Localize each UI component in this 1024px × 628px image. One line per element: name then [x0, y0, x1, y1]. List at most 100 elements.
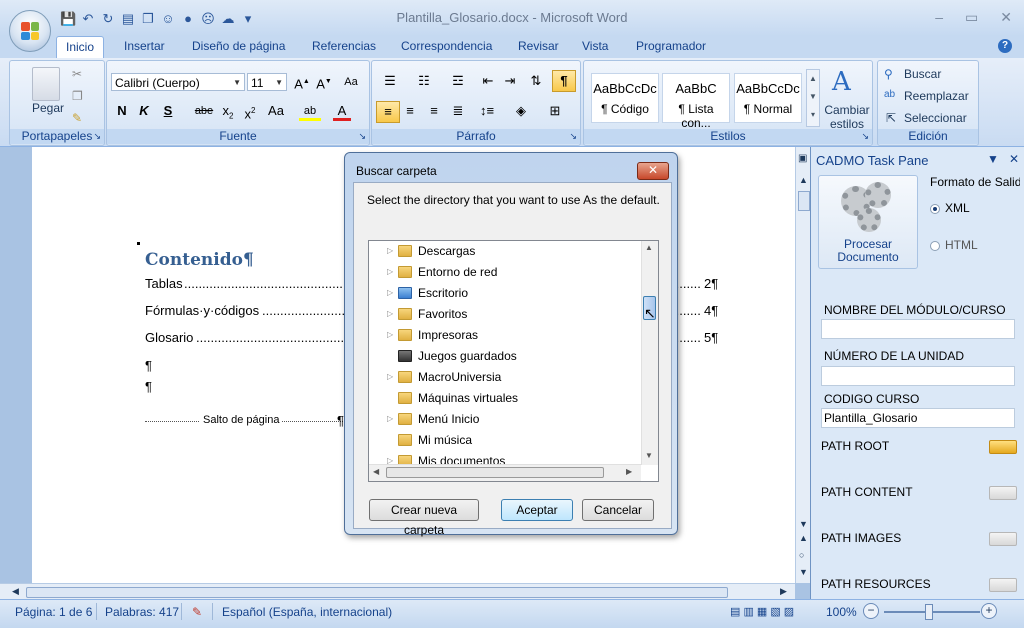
word-count[interactable]: Palabras: 417	[105, 605, 179, 619]
expand-arrow-icon[interactable]: ▷	[387, 367, 393, 387]
zoom-slider-thumb[interactable]	[925, 604, 933, 620]
decrease-indent-icon[interactable]: ⇤	[478, 71, 498, 91]
folder-item[interactable]: ▷ MacroUniversia	[369, 367, 639, 387]
folder-item[interactable]: ▷ Menú Inicio	[369, 409, 639, 429]
change-case-icon[interactable]: Aa	[265, 101, 287, 121]
close-window-icon[interactable]: ✕	[1000, 9, 1012, 26]
dialog-launcher-icon[interactable]: ↘	[861, 131, 869, 142]
pane-menu-icon[interactable]: ▼	[987, 152, 999, 166]
expand-arrow-icon[interactable]: ▷	[387, 241, 393, 261]
path-root-browse-button[interactable]	[989, 440, 1017, 454]
tab-diseno-pagina[interactable]: Diseño de página	[192, 39, 285, 53]
folder-item[interactable]: ▷ Descargas	[369, 241, 639, 261]
office-button[interactable]	[9, 10, 51, 52]
tab-programador[interactable]: Programador	[636, 39, 706, 53]
align-center-icon[interactable]: ≡	[400, 101, 420, 121]
previous-page-icon[interactable]: ▲	[799, 533, 808, 543]
language-indicator[interactable]: Español (España, internacional)	[222, 605, 392, 619]
expand-arrow-icon[interactable]: ▷	[387, 451, 393, 464]
tab-referencias[interactable]: Referencias	[312, 39, 376, 53]
zoom-out-icon[interactable]: −	[863, 603, 879, 619]
document-vertical-scrollbar[interactable]: ▣ ▲ ▼ ▲ ○ ▼	[795, 147, 811, 583]
bullets-icon[interactable]: ☰	[376, 71, 404, 91]
align-right-icon[interactable]: ≡	[424, 101, 444, 121]
show-marks-icon[interactable]: ¶	[552, 70, 576, 92]
folder-item[interactable]: ▷ Escritorio	[369, 283, 639, 303]
folder-item[interactable]: Mi música	[369, 430, 639, 450]
multilevel-list-icon[interactable]: ☲	[444, 71, 472, 91]
expand-arrow-icon[interactable]: ▷	[387, 304, 393, 324]
page-count[interactable]: Página: 1 de 6	[15, 605, 92, 619]
folder-item[interactable]: Máquinas virtuales	[369, 388, 639, 408]
cut-icon[interactable]: ✂	[72, 67, 82, 81]
view-buttons[interactable]: ▤ ▥ ▦ ▧ ▨	[730, 605, 794, 618]
folder-item[interactable]: ▷ Impresoras	[369, 325, 639, 345]
line-spacing-icon[interactable]: ↕≡	[474, 101, 500, 121]
path-images-browse-button[interactable]	[989, 532, 1017, 546]
align-left-icon[interactable]: ≡	[376, 101, 400, 123]
dialog-launcher-icon[interactable]: ↘	[569, 131, 577, 142]
dialog-close-button[interactable]: ✕	[637, 162, 669, 180]
shrink-font-icon[interactable]: A▼	[315, 72, 333, 92]
document-horizontal-scrollbar[interactable]: ◀ ▶	[0, 583, 795, 600]
paste-button[interactable]: Pegar	[32, 101, 64, 115]
replace-button[interactable]: Reemplazar	[904, 89, 969, 103]
underline-icon[interactable]: S	[159, 101, 177, 121]
tree-scroll-down-icon[interactable]: ▼	[645, 451, 653, 460]
scroll-down-icon[interactable]: ▼	[799, 519, 808, 529]
browse-object-icon[interactable]: ○	[799, 550, 804, 560]
increase-indent-icon[interactable]: ⇥	[500, 71, 520, 91]
style-codigo[interactable]: AaBbCcDc ¶ Código	[591, 73, 659, 123]
superscript-icon[interactable]: x2	[241, 101, 259, 121]
path-content-browse-button[interactable]	[989, 486, 1017, 500]
tab-vista[interactable]: Vista	[582, 39, 608, 53]
dialog-launcher-icon[interactable]: ↘	[358, 131, 366, 142]
style-lista[interactable]: AaBbC ¶ Lista con...	[662, 73, 730, 130]
tab-inicio[interactable]: Inicio	[56, 36, 105, 59]
folder-item[interactable]: Juegos guardados	[369, 346, 639, 366]
scroll-right-icon[interactable]: ▶	[780, 586, 787, 597]
ruler-toggle-icon[interactable]: ▣	[798, 153, 807, 164]
help-icon[interactable]: ?	[998, 39, 1012, 53]
tree-scroll-left-icon[interactable]: ◀	[373, 467, 379, 476]
styles-scroll[interactable]: ▲ ▼ ▾	[806, 69, 820, 127]
tree-scroll-up-icon[interactable]: ▲	[645, 243, 653, 252]
font-name-select[interactable]: Calibri (Cuerpo) ▼	[111, 73, 245, 91]
strikethrough-icon[interactable]: abe	[193, 101, 215, 121]
pane-close-icon[interactable]: ✕	[1009, 152, 1019, 166]
bold-icon[interactable]: N	[113, 101, 131, 121]
minimize-icon[interactable]: –	[935, 9, 943, 26]
dialog-launcher-icon[interactable]: ↘	[93, 131, 101, 142]
zoom-level[interactable]: 100%	[826, 605, 857, 619]
expand-arrow-icon[interactable]: ▷	[387, 283, 393, 303]
maximize-icon[interactable]: ▭	[965, 9, 978, 26]
tab-insertar[interactable]: Insertar	[124, 39, 165, 53]
font-color-icon[interactable]: A	[333, 101, 351, 121]
folder-tree[interactable]: ▷ Descargas ▷ Entorno de red ▷ Escritorio ▷…	[368, 240, 659, 482]
italic-icon[interactable]: K	[135, 101, 153, 121]
document-scroll-thumb[interactable]	[798, 191, 810, 211]
expand-arrow-icon[interactable]: ▷	[387, 409, 393, 429]
sort-icon[interactable]: ⇅	[526, 71, 546, 91]
horizontal-scroll-thumb[interactable]	[26, 587, 728, 598]
new-folder-button[interactable]: Crear nueva carpeta	[369, 499, 479, 537]
proofing-icon[interactable]: ✎	[192, 605, 202, 619]
tab-revisar[interactable]: Revisar	[518, 39, 559, 53]
shading-icon[interactable]: ◈	[508, 101, 534, 121]
folder-item[interactable]: ▷ Mis documentos	[369, 451, 639, 464]
numbering-icon[interactable]: ☷	[410, 71, 438, 91]
style-normal[interactable]: AaBbCcDc ¶ Normal	[734, 73, 802, 123]
scroll-left-icon[interactable]: ◀	[12, 586, 19, 597]
tree-scroll-right-icon[interactable]: ▶	[626, 467, 632, 476]
clear-format-icon[interactable]: Aa	[341, 72, 361, 92]
folder-item[interactable]: ▷ Entorno de red	[369, 262, 639, 282]
cancel-button[interactable]: Cancelar	[582, 499, 654, 521]
find-button[interactable]: Buscar	[904, 67, 941, 81]
copy-format-icon[interactable]: ❐	[72, 89, 83, 103]
zoom-in-icon[interactable]: +	[981, 603, 997, 619]
html-radio[interactable]	[930, 241, 940, 251]
path-resources-browse-button[interactable]	[989, 578, 1017, 592]
font-size-select[interactable]: 11 ▼	[247, 73, 287, 91]
tree-horizontal-scrollbar[interactable]: ◀ ▶	[369, 464, 641, 481]
select-button[interactable]: Seleccionar	[904, 111, 967, 125]
